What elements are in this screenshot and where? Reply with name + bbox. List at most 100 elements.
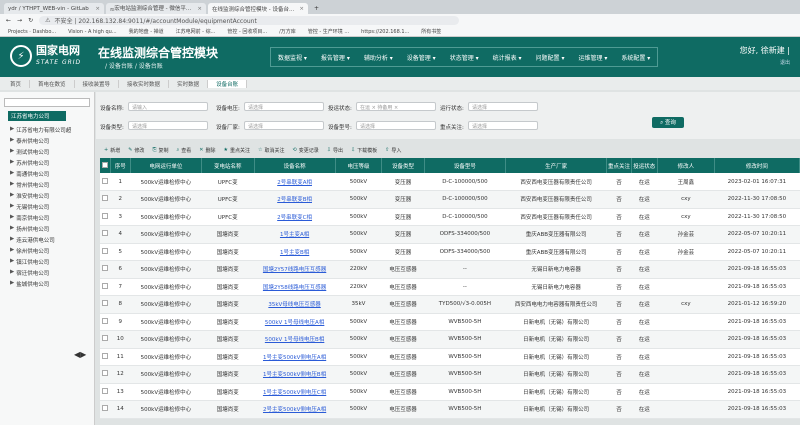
expand-arrow-icon[interactable]: ▶	[10, 214, 14, 222]
expand-arrow-icon[interactable]: ▶	[10, 225, 14, 233]
nav-item[interactable]: 数据监视 ▾	[271, 53, 314, 62]
expand-arrow-icon[interactable]: ▶	[10, 181, 14, 189]
browser-tab[interactable]: ydr / YTHPT_WEB-vin - GitLab ×	[4, 3, 104, 14]
row-checkbox[interactable]	[100, 225, 111, 244]
row-checkbox[interactable]	[100, 295, 111, 314]
expand-arrow-icon[interactable]: ▶	[10, 269, 14, 277]
url-field[interactable]: ⚠ 不安全 | 202.168.132.84:9011/#/accountMod…	[39, 16, 460, 25]
equipment-name-link[interactable]: 35kV母线电压互感器	[254, 295, 336, 314]
equipment-name-link[interactable]: 2号主变500kV侧电压A相	[254, 400, 336, 419]
toolbar-button[interactable]: ★ 重点关注	[224, 147, 251, 154]
tree-node[interactable]: ▶ 盐城供电公司	[0, 278, 94, 289]
table-row[interactable]: 7 500kV运维检修中心 国塘尚变 国塘2Y58线路电压互感器 220kV 电压互感器 -…	[100, 278, 800, 296]
filter-select[interactable]: 请选择	[468, 102, 538, 111]
nav-item[interactable]: 辅助分析 ▾	[357, 53, 400, 62]
close-tab-icon[interactable]: ×	[197, 6, 202, 12]
equipment-name-link[interactable]: 2号串联变C相	[254, 208, 336, 226]
equipment-name-link[interactable]: 500kV 1号母线电压B相	[254, 330, 336, 349]
equipment-name-link[interactable]: 1号主变A相	[254, 225, 336, 244]
nav-item[interactable]: 设备管理 ▾	[400, 53, 443, 62]
filter-select[interactable]: 在运 × 待备用 ×	[356, 102, 436, 111]
row-checkbox[interactable]	[100, 365, 111, 384]
expand-arrow-icon[interactable]: ▶	[10, 137, 14, 145]
table-row[interactable]: 2 500kV运维检修中心 UPFC变 2号串联变B相 500kV 变压器 D-C-1000…	[100, 190, 800, 209]
row-checkbox[interactable]	[100, 243, 111, 261]
table-row[interactable]: 3 500kV运维检修中心 UPFC变 2号串联变C相 500kV 变压器 D-C-1000…	[100, 208, 800, 226]
row-checkbox[interactable]	[100, 260, 111, 279]
row-checkbox[interactable]	[100, 208, 111, 226]
close-tab-icon[interactable]: ×	[299, 6, 304, 12]
page-tab[interactable]: 实时数据	[169, 79, 209, 88]
collapse-sidebar-icon[interactable]: ◀▶	[74, 350, 86, 359]
tree-search-input[interactable]	[4, 98, 90, 107]
new-tab-icon[interactable]: +	[310, 5, 323, 14]
page-tab[interactable]: 接收装置导	[75, 79, 120, 88]
expand-arrow-icon[interactable]: ▶	[10, 203, 14, 211]
equipment-name-link[interactable]: 2号串联变B相	[254, 190, 336, 209]
toolbar-button[interactable]: ⟲ 变更记录	[293, 147, 319, 154]
expand-arrow-icon[interactable]: ▶	[10, 126, 14, 134]
logout-link[interactable]: 退出	[780, 59, 790, 66]
close-tab-icon[interactable]: ×	[95, 6, 100, 12]
page-tab[interactable]: 首电在数览	[30, 79, 75, 88]
table-row[interactable]: 6 500kV运维检修中心 国塘尚变 国塘2Y57线路电压互感器 220kV 电压互感器 -…	[100, 260, 800, 279]
filter-select[interactable]: 请选择	[128, 121, 208, 130]
filter-select[interactable]: 请输入	[128, 102, 208, 111]
table-row[interactable]: 1 500kV运维检修中心 UPFC变 2号串联变A相 500kV 变压器 D-C-1000…	[100, 173, 800, 191]
tree-node[interactable]: ▶ 徐州供电公司	[0, 245, 94, 256]
expand-arrow-icon[interactable]: ▶	[10, 192, 14, 200]
browser-tab[interactable]: ஐ宏电站监测综合管理 - 微信平... ×	[106, 3, 206, 14]
bookmark-item[interactable]: Projects · Dashbo...	[8, 29, 56, 35]
tree-node[interactable]: ▶ 常州供电公司	[0, 179, 94, 190]
expand-arrow-icon[interactable]: ▶	[10, 170, 14, 178]
filter-select[interactable]: 请选择	[244, 102, 324, 111]
tree-node[interactable]: ▶ 南通供电公司	[0, 168, 94, 179]
expand-arrow-icon[interactable]: ▶	[10, 258, 14, 266]
filter-select[interactable]: 请选择	[356, 121, 436, 130]
equipment-name-link[interactable]: 2号串联变A相	[254, 173, 336, 191]
nav-item[interactable]: 状态管理 ▾	[443, 53, 486, 62]
table-row[interactable]: 5 500kV运维检修中心 国塘尚变 1号主变B相 500kV 变压器 ODFS-33400…	[100, 243, 800, 261]
expand-arrow-icon[interactable]: ▶	[10, 159, 14, 167]
row-checkbox[interactable]	[100, 348, 111, 366]
nav-item[interactable]: 统计报表 ▾	[486, 53, 529, 62]
page-tab[interactable]: 设备台账	[208, 79, 248, 88]
bookmark-item[interactable]: https://202.168.1...	[361, 29, 409, 35]
row-checkbox[interactable]	[100, 330, 111, 349]
equipment-name-link[interactable]: 国塘2Y58线路电压互感器	[254, 278, 336, 296]
toolbar-button[interactable]: ⇧ 导入	[385, 147, 401, 154]
expand-arrow-icon[interactable]: ▶	[10, 247, 14, 255]
tree-node[interactable]: ▶ 江苏省电力有限公司超	[0, 124, 94, 135]
tree-node[interactable]: ▶ 连云港供电公司	[0, 234, 94, 245]
bookmark-item[interactable]: /万方库	[279, 28, 296, 35]
bookmark-item[interactable]: 江苏电网前 - 综...	[176, 28, 216, 35]
toolbar-button[interactable]: ⌕ 查看	[176, 147, 191, 154]
filter-select[interactable]: 请选择	[468, 121, 538, 130]
table-row[interactable]: 10 500kV运维检修中心 国塘尚变 500kV 1号母线电压B相 500kV 电压互感…	[100, 330, 800, 349]
reload-icon[interactable]: ↻	[28, 17, 33, 24]
user-greeting[interactable]: 您好, 徐新建 |	[740, 45, 790, 56]
row-checkbox[interactable]	[100, 383, 111, 401]
table-row[interactable]: 14 500kV运维检修中心 国塘尚变 2号主变500kV侧电压A相 500kV 电压互感…	[100, 400, 800, 419]
row-checkbox[interactable]	[100, 400, 111, 419]
table-row[interactable]: 11 500kV运维检修中心 国塘尚变 1号主变500kV侧电压A相 500kV 电压互感…	[100, 348, 800, 366]
tree-node[interactable]: ▶ 测试供电公司	[0, 146, 94, 157]
toolbar-button[interactable]: ✕ 删除	[199, 147, 215, 154]
table-row[interactable]: 8 500kV运维检修中心 国塘尚变 35kV母线电压互感器 35kV 电压互感器 TYD5…	[100, 295, 800, 314]
toolbar-button[interactable]: ☆ 取消关注	[258, 147, 285, 154]
bookmark-item[interactable]: 所有书签	[421, 28, 441, 35]
row-checkbox[interactable]	[100, 313, 111, 331]
page-tab[interactable]: 接收实时数据	[119, 79, 170, 88]
equipment-name-link[interactable]: 1号主变500kV侧电压B相	[254, 365, 336, 384]
tree-node[interactable]: ▶ 宿迁供电公司	[0, 267, 94, 278]
equipment-name-link[interactable]: 500kV 1号母线电压A相	[254, 313, 336, 331]
toolbar-button[interactable]: ✎ 修改	[128, 147, 144, 154]
nav-item[interactable]: 运维管理 ▾	[571, 53, 614, 62]
filter-select[interactable]: 请选择	[244, 121, 324, 130]
tree-node[interactable]: ▶ 苏州供电公司	[0, 157, 94, 168]
table-row[interactable]: 4 500kV运维检修中心 国塘尚变 1号主变A相 500kV 变压器 ODFS-33400…	[100, 225, 800, 244]
table-row[interactable]: 12 500kV运维检修中心 国塘尚变 1号主变500kV侧电压B相 500kV 电压互感…	[100, 365, 800, 384]
row-checkbox[interactable]	[100, 190, 111, 209]
tree-node[interactable]: ▶ 无锡供电公司	[0, 201, 94, 212]
equipment-name-link[interactable]: 1号主变B相	[254, 243, 336, 261]
